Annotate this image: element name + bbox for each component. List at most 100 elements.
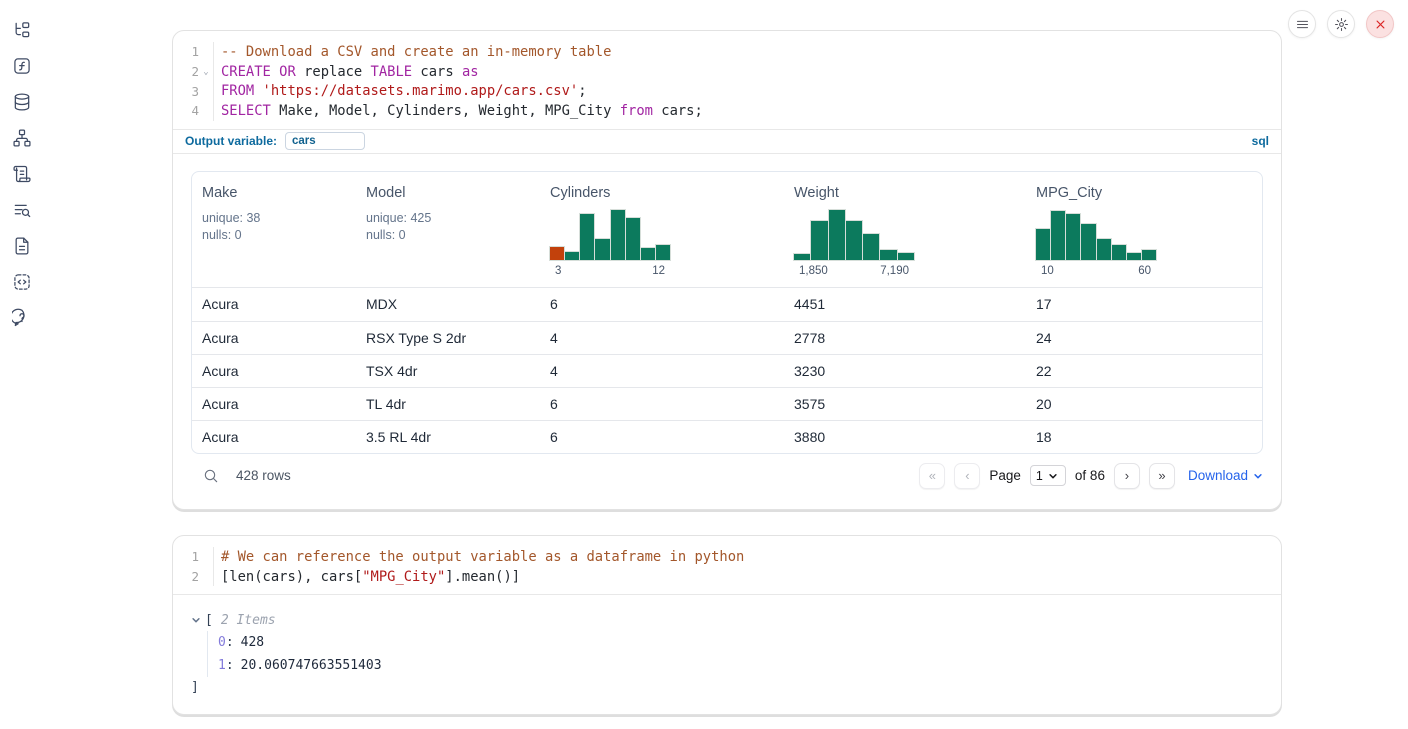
sql-code-editor[interactable]: 1 -- Download a CSV and create an in-mem… <box>173 31 1281 129</box>
code-token: FROM <box>221 83 254 99</box>
table-cell: 3575 <box>784 396 1026 412</box>
table-cell: 6 <box>540 296 784 312</box>
column-header-model[interactable]: Model unique: 425 nulls: 0 <box>356 172 540 287</box>
sidebar-item-datasources[interactable] <box>9 90 35 114</box>
page-label: Page <box>989 468 1021 483</box>
shutdown-button[interactable] <box>1366 10 1394 38</box>
code-token: ].mean()] <box>445 569 520 585</box>
code-token: 'https://datasets.marimo.app/cars.csv' <box>263 83 579 99</box>
code-token: cars <box>412 64 462 80</box>
tree-value: 428 <box>241 635 264 650</box>
output-variable-input[interactable] <box>285 132 365 150</box>
table-cell: RSX Type S 2dr <box>356 330 540 346</box>
fold-chevron-icon[interactable]: ⌄ <box>199 67 213 77</box>
code-token: as <box>462 64 479 80</box>
weight-histogram[interactable]: 1,850 7,190 <box>794 210 914 277</box>
histogram-bar <box>626 218 640 260</box>
column-title: Make <box>202 185 346 201</box>
code-token <box>271 64 279 80</box>
sidebar-item-logs[interactable] <box>9 198 35 222</box>
row-count: 428 rows <box>236 468 291 483</box>
sidebar-item-file-tree[interactable] <box>9 18 35 42</box>
column-header-weight[interactable]: Weight 1,850 7,190 <box>784 172 1026 287</box>
column-title: Model <box>366 185 530 201</box>
histogram-bar <box>880 250 896 260</box>
download-button[interactable]: Download <box>1188 468 1263 483</box>
page-select[interactable]: 1 <box>1030 465 1066 486</box>
table-cell: TSX 4dr <box>356 363 540 379</box>
table-cell: 6 <box>540 396 784 412</box>
chevron-left-icon: ‹ <box>965 469 969 482</box>
sidebar-item-snippets[interactable] <box>9 270 35 294</box>
previous-page-button[interactable]: ‹ <box>954 463 980 489</box>
histogram-bar <box>1081 224 1095 260</box>
code-line[interactable]: 1 -- Download a CSV and create an in-mem… <box>173 42 1281 62</box>
sidebar-item-help[interactable] <box>9 306 35 330</box>
table-cell: Acura <box>192 363 356 379</box>
table-footer: 428 rows « ‹ Page 1 of 86 › » Download <box>191 456 1263 496</box>
column-title: Cylinders <box>550 185 774 201</box>
code-token: ; <box>578 83 586 99</box>
python-code-editor[interactable]: 1 # We can reference the output variable… <box>173 536 1281 594</box>
column-header-mpg-city[interactable]: MPG_City 10 60 <box>1026 172 1262 287</box>
menu-button[interactable] <box>1288 10 1316 38</box>
histogram-bar <box>1036 229 1050 260</box>
search-icon <box>203 468 219 484</box>
code-token: cars; <box>653 103 703 119</box>
tree-entry: 1:20.060747663551403 <box>218 654 1263 677</box>
table-row: Acura TSX 4dr 4 3230 22 <box>192 354 1262 387</box>
download-label: Download <box>1188 468 1248 483</box>
sidebar <box>0 18 44 330</box>
table-cell: MDX <box>356 296 540 312</box>
chevrons-right-icon: » <box>1158 469 1165 482</box>
last-page-button[interactable]: » <box>1149 463 1175 489</box>
tree-root: [ 2 Items <box>191 609 1263 631</box>
code-line[interactable]: 1 # We can reference the output variable… <box>173 547 1281 567</box>
sidebar-item-documentation[interactable] <box>9 234 35 258</box>
pagination: « ‹ Page 1 of 86 › » Download <box>919 463 1263 489</box>
table-cell: 17 <box>1026 296 1262 312</box>
table-cell: 2778 <box>784 330 1026 346</box>
tree-children: 0:428 1:20.060747663551403 <box>207 631 1263 677</box>
sidebar-item-functions[interactable] <box>9 54 35 78</box>
column-header-make[interactable]: Make unique: 38 nulls: 0 <box>192 172 356 287</box>
table-cell: 3.5 RL 4dr <box>356 429 540 445</box>
python-cell-output: [ 2 Items 0:428 1:20.060747663551403 ] <box>173 595 1281 714</box>
histogram-bar <box>1051 211 1065 260</box>
line-number: 1 <box>173 549 199 564</box>
sql-cell: 1 -- Download a CSV and create an in-mem… <box>172 30 1282 510</box>
cylinders-histogram[interactable]: 3 12 <box>550 210 670 277</box>
tree-key: 1 <box>218 658 226 673</box>
sidebar-item-scratchpad[interactable] <box>9 162 35 186</box>
code-token: Make, Model, Cylinders, Weight, MPG_City <box>271 103 620 119</box>
notebook-actions <box>1288 10 1394 38</box>
histogram-bar <box>898 253 914 260</box>
code-line[interactable]: 4 SELECT Make, Model, Cylinders, Weight,… <box>173 101 1281 121</box>
table-row: Acura 3.5 RL 4dr 6 3880 18 <box>192 420 1262 453</box>
table-cell: Acura <box>192 296 356 312</box>
code-token: CREATE <box>221 64 271 80</box>
table-search-button[interactable] <box>203 468 219 484</box>
code-line[interactable]: 2 [len(cars), cars["MPG_City"].mean()] <box>173 567 1281 587</box>
next-page-button[interactable]: › <box>1114 463 1140 489</box>
table-cell: 24 <box>1026 330 1262 346</box>
collapse-chevron-icon[interactable] <box>191 615 201 625</box>
python-cell: 1 # We can reference the output variable… <box>172 535 1282 715</box>
code-line[interactable]: 2 ⌄ CREATE OR replace TABLE cars as <box>173 62 1281 82</box>
settings-button[interactable] <box>1327 10 1355 38</box>
line-number: 3 <box>173 84 199 99</box>
output-variable-row: Output variable: sql <box>173 129 1281 154</box>
histogram-bar <box>565 252 579 260</box>
first-page-button[interactable]: « <box>919 463 945 489</box>
mpg-city-histogram[interactable]: 10 60 <box>1036 210 1156 277</box>
chevron-down-icon <box>1253 471 1263 481</box>
table-cell: 4 <box>540 330 784 346</box>
column-header-cylinders[interactable]: Cylinders 3 12 <box>540 172 784 287</box>
histogram-bar <box>794 254 810 260</box>
line-number: 4 <box>173 103 199 118</box>
code-token: "MPG_City" <box>362 569 445 585</box>
sidebar-item-dependency-graph[interactable] <box>9 126 35 150</box>
histogram-bar <box>1066 214 1080 260</box>
menu-icon <box>1295 17 1310 32</box>
code-line[interactable]: 3 FROM 'https://datasets.marimo.app/cars… <box>173 81 1281 101</box>
